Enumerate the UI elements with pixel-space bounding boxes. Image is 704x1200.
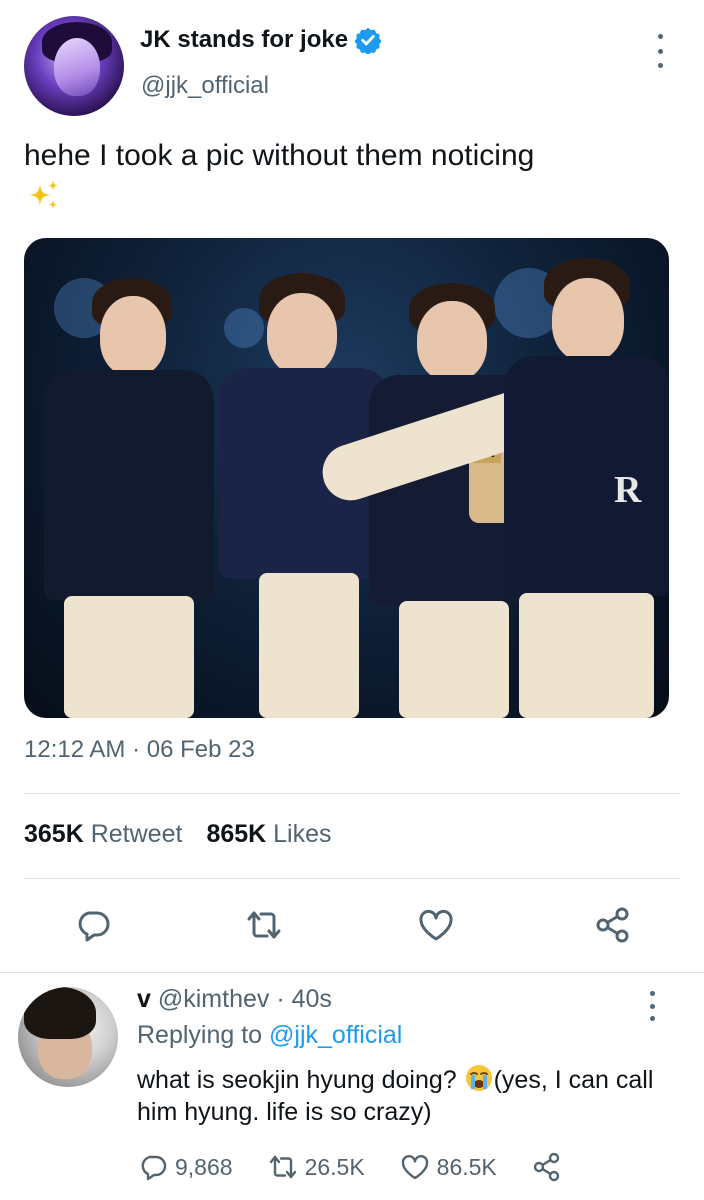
reply-icon bbox=[141, 1155, 167, 1181]
retweet-icon bbox=[247, 911, 281, 939]
retweet-icon bbox=[269, 1155, 296, 1179]
reply-actions: 9,868 26.5K 86.5K bbox=[137, 1151, 597, 1183]
author-handle[interactable]: @jjk_official bbox=[141, 72, 269, 100]
reply-button[interactable] bbox=[73, 905, 113, 945]
like-icon bbox=[419, 909, 453, 941]
reply-like-count: 86.5K bbox=[436, 1153, 497, 1180]
retweet-label: Retweet bbox=[90, 820, 183, 848]
tweet-text: hehe I took a pic without them noticing bbox=[24, 139, 535, 172]
share-icon bbox=[533, 1152, 559, 1182]
main-tweet: JK stands for joke @jjk_official hehe I … bbox=[0, 0, 704, 975]
replying-mention[interactable]: @jjk_official bbox=[269, 1021, 402, 1049]
more-options-icon[interactable] bbox=[650, 34, 670, 68]
author-name-row: JK stands for joke bbox=[140, 26, 382, 54]
reply-text-before: what is seokjin hyung doing? bbox=[137, 1066, 464, 1094]
replying-prefix: Replying to bbox=[137, 1021, 263, 1049]
reply-text: what is seokjin hyung doing? (yes, I can… bbox=[137, 1063, 677, 1128]
tweet-stats: 365K Retweet 865K Likes bbox=[24, 820, 332, 849]
reply-header: v @kimthev · 40s bbox=[137, 985, 332, 1014]
reply-icon bbox=[78, 911, 110, 942]
avatar-face bbox=[54, 38, 100, 96]
tweet-photo[interactable]: NY R bbox=[24, 238, 669, 718]
photo-person-4: R bbox=[504, 258, 669, 718]
reply-handle-time[interactable]: @kimthev · 40s bbox=[158, 985, 332, 1013]
likes-stat[interactable]: 865K Likes bbox=[206, 820, 331, 849]
reply-author-name[interactable]: v bbox=[137, 985, 151, 1013]
divider bbox=[0, 972, 704, 973]
avatar-hair bbox=[24, 987, 96, 1039]
reply-like-button[interactable]: 86.5K bbox=[399, 1151, 497, 1183]
author-avatar[interactable] bbox=[24, 16, 124, 116]
author-display-name[interactable]: JK stands for joke bbox=[140, 26, 348, 54]
reply-retweet-button[interactable]: 26.5K bbox=[267, 1151, 365, 1183]
likes-label: Likes bbox=[273, 820, 332, 848]
photo-person-1 bbox=[44, 278, 214, 718]
sparkles-icon bbox=[29, 180, 58, 209]
divider bbox=[24, 878, 680, 879]
reply-retweet-count: 26.5K bbox=[304, 1153, 365, 1180]
reply-tweet: v @kimthev · 40s Replying to @jjk_offici… bbox=[0, 975, 704, 1200]
retweet-button[interactable] bbox=[244, 905, 284, 945]
reply-more-options-icon[interactable] bbox=[642, 991, 662, 1021]
like-icon bbox=[401, 1155, 428, 1180]
reply-count: 9,868 bbox=[175, 1153, 233, 1180]
verified-badge-icon bbox=[354, 27, 382, 54]
share-button[interactable] bbox=[593, 905, 633, 945]
share-icon bbox=[596, 907, 629, 943]
loudly-crying-face-icon bbox=[465, 1065, 492, 1091]
replying-to: Replying to @jjk_official bbox=[137, 1021, 402, 1050]
reply-author-avatar[interactable] bbox=[18, 987, 118, 1087]
retweet-count: 365K bbox=[24, 820, 84, 848]
jacket-crest: R bbox=[614, 469, 642, 511]
tweet-timestamp[interactable]: 12:12 AM · 06 Feb 23 bbox=[24, 736, 255, 764]
retweet-stat[interactable]: 365K Retweet bbox=[24, 820, 182, 849]
reply-share-button[interactable] bbox=[531, 1151, 563, 1183]
like-button[interactable] bbox=[416, 905, 456, 945]
reply-reply-button[interactable]: 9,868 bbox=[137, 1151, 233, 1183]
divider bbox=[24, 793, 680, 794]
likes-count: 865K bbox=[206, 820, 267, 848]
